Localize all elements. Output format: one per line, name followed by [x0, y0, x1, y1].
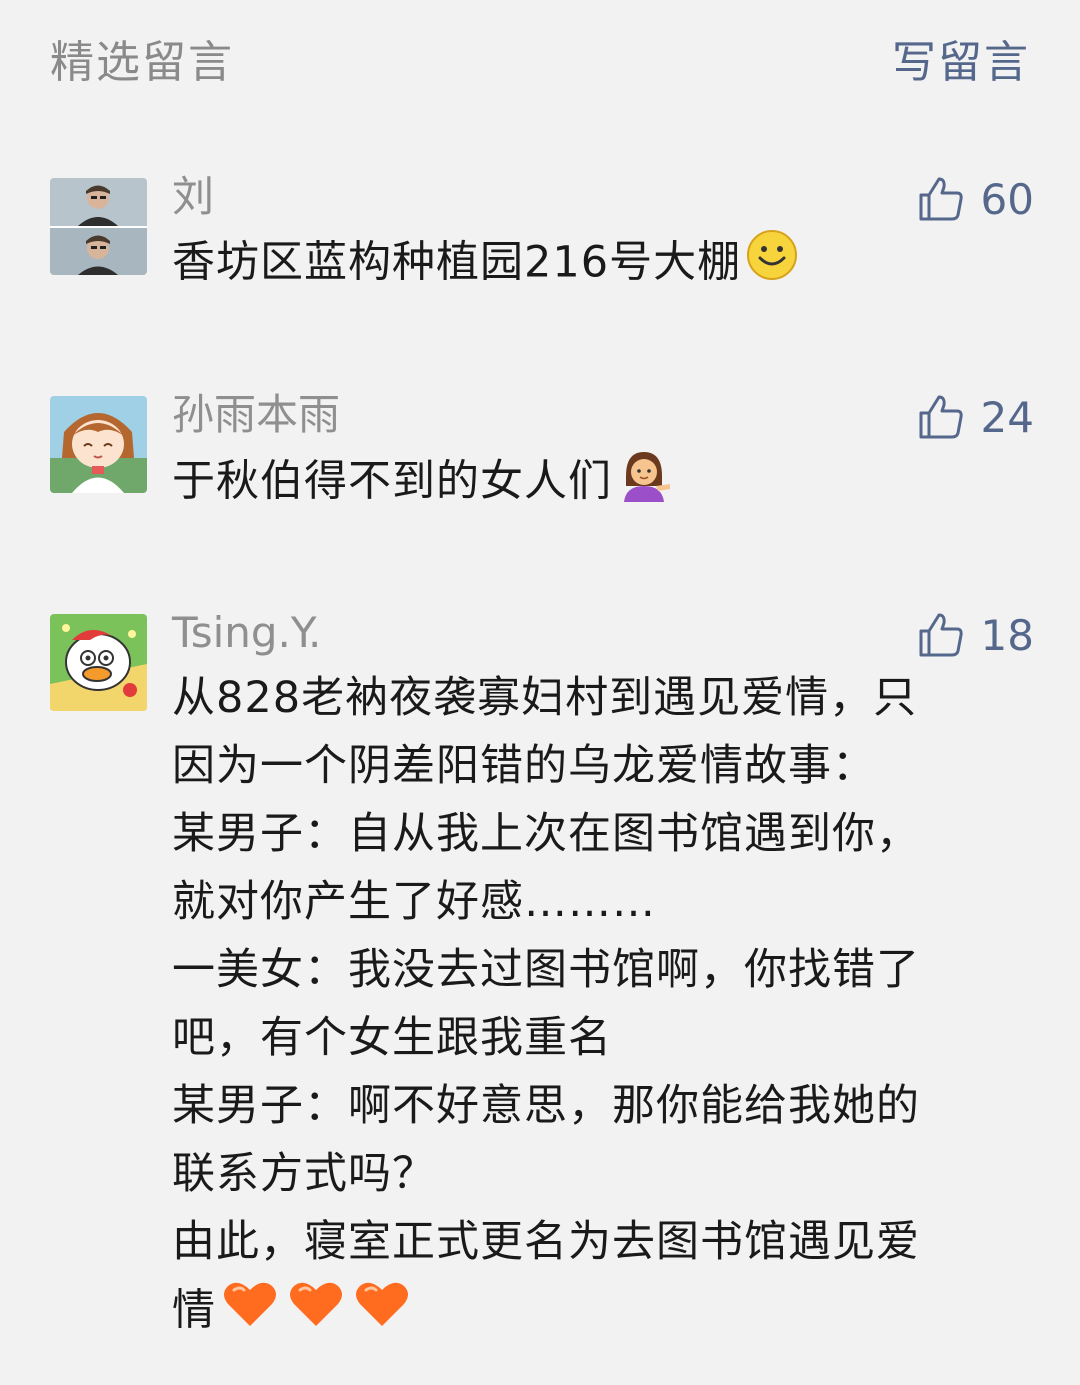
- avatar[interactable]: [50, 396, 147, 493]
- comment-body: 刘 香坊区蓝构种植园216号大棚: [172, 166, 1034, 302]
- comment-text-content: 香坊区蓝构种植园216号大棚: [172, 237, 742, 288]
- thumbs-up-icon: [919, 177, 963, 221]
- comment-text-content: 于秋伯得不到的女人们: [172, 456, 612, 507]
- comment-text: 于秋伯得不到的女人们: [172, 446, 1034, 522]
- avatar-photo-icon: [50, 178, 147, 275]
- comments-page: 精选留言 写留言 刘 香坊区蓝构种植园216号大棚 60 孙雨本雨 于秋伯得不到…: [0, 0, 1080, 1385]
- thumbs-up-icon: [919, 613, 963, 657]
- like-button[interactable]: 18: [917, 604, 1034, 666]
- comments-header: 精选留言 写留言: [50, 28, 1030, 88]
- comment-body: 孙雨本雨 于秋伯得不到的女人们: [172, 384, 1034, 522]
- comment-text: 香坊区蓝构种植园216号大棚: [172, 228, 1034, 302]
- featured-comments-title: 精选留言: [50, 37, 234, 88]
- like-button[interactable]: 24: [917, 386, 1034, 448]
- woman-tipping-hand-emoji-icon: [616, 446, 672, 522]
- like-count: 60: [980, 174, 1034, 224]
- comment-body: Tsing.Y. 从828老衲夜袭寡妇村到遇见爱情，只 因为一个阴差阳错的乌龙爱…: [172, 602, 1034, 1350]
- write-comment-button[interactable]: 写留言: [892, 26, 1030, 90]
- anime-girl-avatar-icon: [50, 396, 147, 493]
- like-button[interactable]: 60: [917, 168, 1034, 230]
- thumbs-up-icon: [919, 395, 963, 439]
- avatar[interactable]: [50, 178, 147, 275]
- avatar[interactable]: [50, 614, 147, 711]
- cartoon-duck-avatar-icon: [50, 614, 147, 711]
- smile-emoji-icon: [745, 228, 799, 302]
- like-count: 18: [980, 610, 1034, 660]
- comment-author[interactable]: 孙雨本雨: [172, 384, 1034, 446]
- comment-text-content: 从828老衲夜袭寡妇村到遇见爱情，只 因为一个阴差阳错的乌龙爱情故事： 某男子：…: [172, 673, 920, 1336]
- like-count: 24: [980, 392, 1034, 442]
- comment-author[interactable]: Tsing.Y.: [172, 602, 1034, 664]
- comment-text: 从828老衲夜袭寡妇村到遇见爱情，只 因为一个阴差阳错的乌龙爱情故事： 某男子：…: [172, 664, 1034, 1350]
- heart-emoji-icon: [220, 1276, 410, 1350]
- comment-author[interactable]: 刘: [172, 166, 1034, 228]
